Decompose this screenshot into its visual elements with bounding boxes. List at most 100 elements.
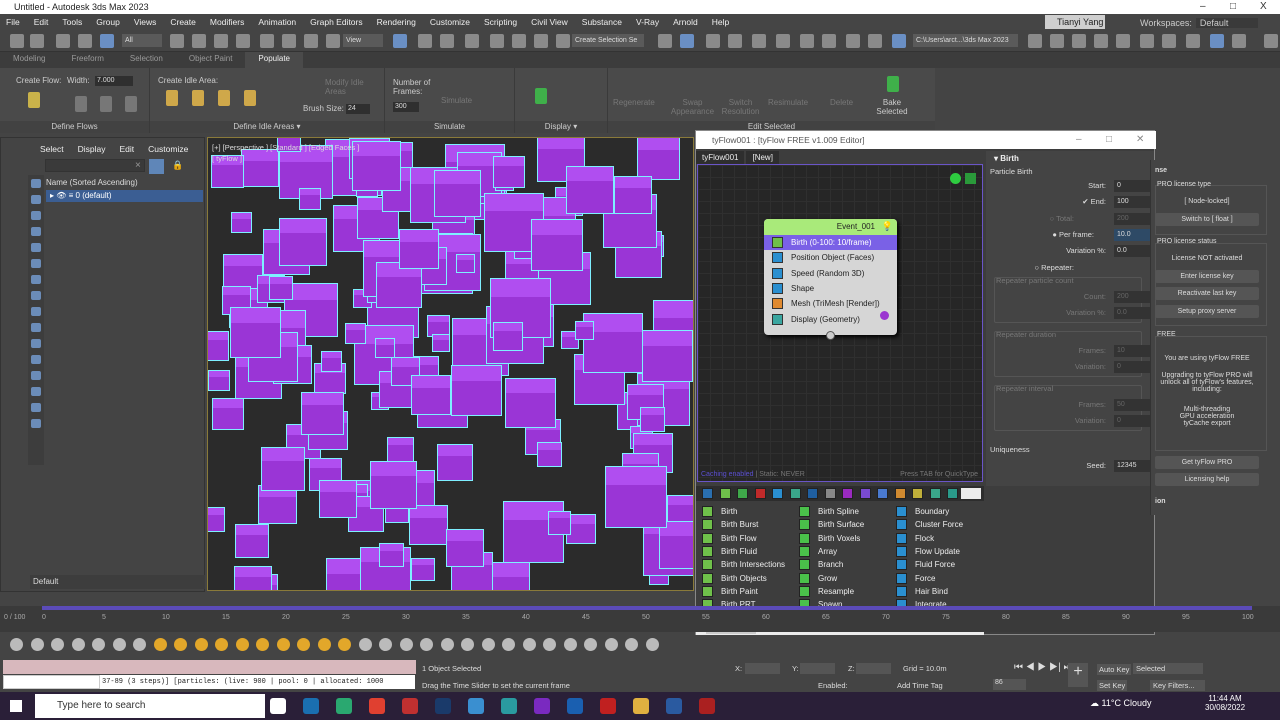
clear-search-icon[interactable]: × — [135, 160, 141, 171]
operator-list-item[interactable]: Force — [896, 572, 935, 585]
flow-tool-icon[interactable] — [75, 96, 87, 112]
category-icon[interactable] — [947, 488, 958, 499]
create-tool-icon[interactable] — [379, 638, 392, 651]
operator-list-item[interactable]: Cluster Force — [896, 518, 963, 531]
frames-spinner[interactable]: 300 — [393, 102, 419, 112]
toolbar-tool-icon[interactable] — [1094, 34, 1108, 48]
operator-list-item[interactable]: Birth Surface — [799, 518, 864, 531]
repeater-radio[interactable]: ○ Repeater: — [1014, 263, 1074, 272]
layer-dropdown[interactable]: Default — [30, 575, 205, 589]
create-tool-icon[interactable] — [153, 638, 167, 651]
operator-row[interactable]: Display (Geometry) — [764, 311, 897, 326]
create-tool-icon[interactable] — [51, 638, 64, 651]
tab-object-paint[interactable]: Object Paint — [176, 52, 246, 68]
column-header-name[interactable]: Name (Sorted Ascending) — [46, 178, 138, 187]
category-icon[interactable] — [859, 488, 871, 499]
category-icon[interactable] — [772, 488, 783, 499]
simulate-button[interactable]: Simulate — [441, 96, 472, 105]
menu-v-ray[interactable]: V-Ray — [636, 17, 659, 27]
get-pro-button[interactable]: Get tyFlow PRO — [1155, 456, 1259, 469]
operator-list-item[interactable]: Birth Spline — [799, 505, 859, 518]
taskbar-app-icon[interactable] — [534, 698, 550, 714]
menu-customize[interactable]: Customize — [430, 17, 470, 27]
set-key-big-button[interactable]: + — [1068, 663, 1088, 687]
menu-edit[interactable]: Edit — [120, 144, 135, 154]
create-tool-icon[interactable] — [215, 638, 228, 651]
operator-list-item[interactable]: Birth Burst — [702, 518, 758, 531]
menu-group[interactable]: Group — [96, 17, 120, 27]
menu-create[interactable]: Create — [170, 17, 196, 27]
current-frame-spinner[interactable]: 86 — [993, 679, 1026, 690]
create-tool-icon[interactable] — [563, 638, 577, 651]
toolbar-tool-icon[interactable] — [440, 34, 454, 48]
toolbar-tool-icon[interactable] — [1264, 34, 1278, 48]
create-tool-icon[interactable] — [358, 638, 372, 651]
maxscript-listener-input[interactable] — [3, 660, 416, 674]
viewport-label-text[interactable]: [+] [Perspective ] [Standard ] [Edged Fa… — [212, 143, 359, 152]
taskbar-search[interactable]: Type here to search — [35, 694, 265, 718]
menu-graph-editors[interactable]: Graph Editors — [310, 17, 362, 27]
toolbar-tool-icon[interactable] — [490, 34, 504, 48]
per-frame-radio[interactable]: ● Per frame: — [1014, 230, 1094, 239]
x-coordinate-field[interactable] — [745, 663, 780, 674]
toolbar-tool-icon[interactable] — [752, 34, 766, 48]
toolbar-tool-icon[interactable] — [658, 34, 672, 48]
toolbar-tool-icon[interactable] — [728, 34, 742, 48]
toolbar-tool-icon[interactable] — [846, 34, 860, 48]
toolbar-tool-icon[interactable] — [1140, 34, 1154, 48]
flow-graph-canvas[interactable]: Event_001 💡 Birth (0-100: 10/frame) Posit… — [697, 164, 983, 482]
maxscript-mini-window[interactable] — [3, 675, 100, 689]
create-tool-icon[interactable] — [420, 638, 433, 651]
create-tool-icon[interactable] — [317, 638, 331, 651]
category-icon[interactable] — [789, 488, 801, 499]
toolbar-tool-icon[interactable] — [892, 34, 906, 48]
taskbar-app-icon[interactable] — [336, 698, 352, 714]
flow-tool-icon[interactable] — [100, 96, 112, 112]
toolbar-tool-icon[interactable] — [393, 34, 407, 48]
taskbar-app-icon[interactable] — [435, 698, 451, 714]
category-icon[interactable] — [702, 488, 713, 499]
toolbar-tool-icon[interactable] — [465, 34, 479, 48]
license-rollout-title[interactable]: nse — [1155, 167, 1167, 174]
create-tool-icon[interactable] — [194, 638, 208, 651]
resimulate-button[interactable]: Resimulate — [768, 98, 808, 107]
menu-civil-view[interactable]: Civil View — [531, 17, 568, 27]
toolbar-tool-icon[interactable] — [512, 34, 526, 48]
time-slider-track[interactable]: 0 / 100 0 5 10 15 20 25 30 35 40 45 50 55 60 65 70 75 80 8… — [0, 606, 1280, 632]
operator-list-item[interactable]: Flock — [896, 532, 934, 545]
create-tool-icon[interactable] — [10, 638, 23, 651]
create-tool-icon[interactable] — [481, 638, 495, 651]
toolbar-tool-icon[interactable] — [260, 34, 274, 48]
category-icon[interactable] — [842, 488, 853, 499]
operator-list-item[interactable]: Birth Voxels — [799, 532, 860, 545]
operator-list-item[interactable]: Flow Update — [896, 545, 960, 558]
maximize-button[interactable]: □ — [1230, 0, 1236, 14]
create-tool-icon[interactable] — [297, 638, 310, 651]
toolbar-tool-icon[interactable] — [556, 34, 570, 48]
explorer-filter-icon[interactable] — [31, 355, 41, 364]
idle-area-icon[interactable] — [166, 90, 178, 106]
named-selection-set-dropdown[interactable]: Create Selection Se — [572, 34, 644, 47]
operator-list-item[interactable]: Grow — [799, 572, 837, 585]
refresh-icon[interactable] — [965, 173, 976, 184]
event-node[interactable]: Event_001 💡 Birth (0-100: 10/frame) Posit… — [764, 219, 897, 340]
toolbar-tool-icon[interactable] — [100, 34, 114, 48]
operator-row[interactable]: Shape — [764, 281, 897, 296]
operator-list-item[interactable]: Hair Bind — [896, 585, 948, 598]
reactivate-key-button[interactable]: Reactivate last key — [1155, 287, 1259, 300]
taskbar-app-icon[interactable] — [303, 698, 319, 714]
auto-key-button[interactable]: Auto Key — [1097, 664, 1132, 675]
end-label[interactable]: ✔ End: — [1026, 197, 1106, 206]
operator-list-item[interactable]: Fluid Force — [896, 558, 955, 571]
display-person-icon[interactable] — [535, 88, 547, 104]
operator-list-item[interactable]: Birth — [702, 505, 737, 518]
toolbar-tool-icon[interactable] — [1050, 34, 1064, 48]
enter-license-key-button[interactable]: Enter license key — [1155, 270, 1259, 283]
create-flow-icon[interactable] — [28, 92, 40, 108]
taskbar-app-icon[interactable] — [501, 698, 517, 714]
switch-license-button[interactable]: Switch to [ float ] — [1155, 213, 1259, 226]
menu-customize[interactable]: Customize — [148, 144, 188, 154]
setup-proxy-button[interactable]: Setup proxy server — [1155, 305, 1259, 318]
toolbar-tool-icon[interactable] — [304, 34, 318, 48]
toolbar-tool-icon[interactable] — [1186, 34, 1200, 48]
